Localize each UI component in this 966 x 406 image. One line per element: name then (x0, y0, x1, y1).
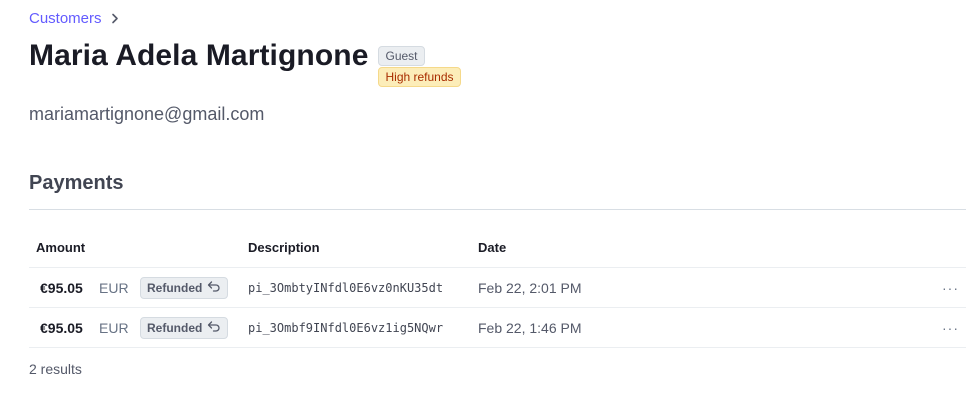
guest-badge: Guest (378, 46, 425, 66)
page-title: Maria Adela Martignone (29, 39, 369, 72)
status-label: Refunded (147, 280, 203, 295)
status-badge: Refunded (140, 268, 229, 307)
table-row[interactable]: €95.05 EUR Refunded pi_3Ombf9INfdl0E6vz1… (29, 308, 966, 348)
breadcrumb-customers-link[interactable]: Customers (29, 10, 102, 27)
payments-table: Amount Description Date €95.05 EUR Refun… (29, 228, 966, 348)
payment-description: pi_3Ombf9INfdl0E6vz1ig5NQwr (248, 320, 444, 335)
table-row[interactable]: €95.05 EUR Refunded pi_3OmbtyINfdl0E6vz0… (29, 268, 966, 308)
undo-arrow-icon (207, 280, 221, 295)
payment-amount: €95.05 (40, 319, 83, 336)
payment-currency: EUR (99, 279, 129, 296)
customer-email: mariamartignone@gmail.com (29, 104, 265, 124)
breadcrumb: Customers (29, 10, 119, 27)
customer-header: Maria Adela Martignone Guest High refund… (29, 38, 461, 87)
status-label: Refunded (147, 320, 203, 335)
column-header-date[interactable]: Date (478, 240, 506, 255)
high-refunds-badge: High refunds (378, 67, 461, 87)
more-horizontal-icon[interactable]: ··· (942, 308, 959, 347)
undo-arrow-icon (207, 320, 221, 335)
payment-date: Feb 22, 2:01 PM (478, 279, 582, 296)
payment-currency: EUR (99, 319, 129, 336)
status-badge: Refunded (140, 308, 229, 347)
results-count: 2 results (29, 361, 82, 377)
refunded-badge: Refunded (140, 276, 229, 299)
payment-description: pi_3OmbtyINfdl0E6vz0nKU35dt (248, 280, 444, 295)
column-header-amount[interactable]: Amount (36, 240, 85, 255)
chevron-right-icon (111, 13, 119, 24)
payment-date: Feb 22, 1:46 PM (478, 319, 582, 336)
payment-amount: €95.05 (40, 279, 83, 296)
section-divider (29, 209, 966, 210)
more-horizontal-icon[interactable]: ··· (942, 268, 959, 307)
table-header: Amount Description Date (29, 228, 966, 268)
payments-section-title: Payments (29, 172, 124, 194)
refunded-badge: Refunded (140, 316, 229, 339)
customer-badges: Guest High refunds (378, 46, 461, 87)
column-header-description[interactable]: Description (248, 240, 320, 255)
